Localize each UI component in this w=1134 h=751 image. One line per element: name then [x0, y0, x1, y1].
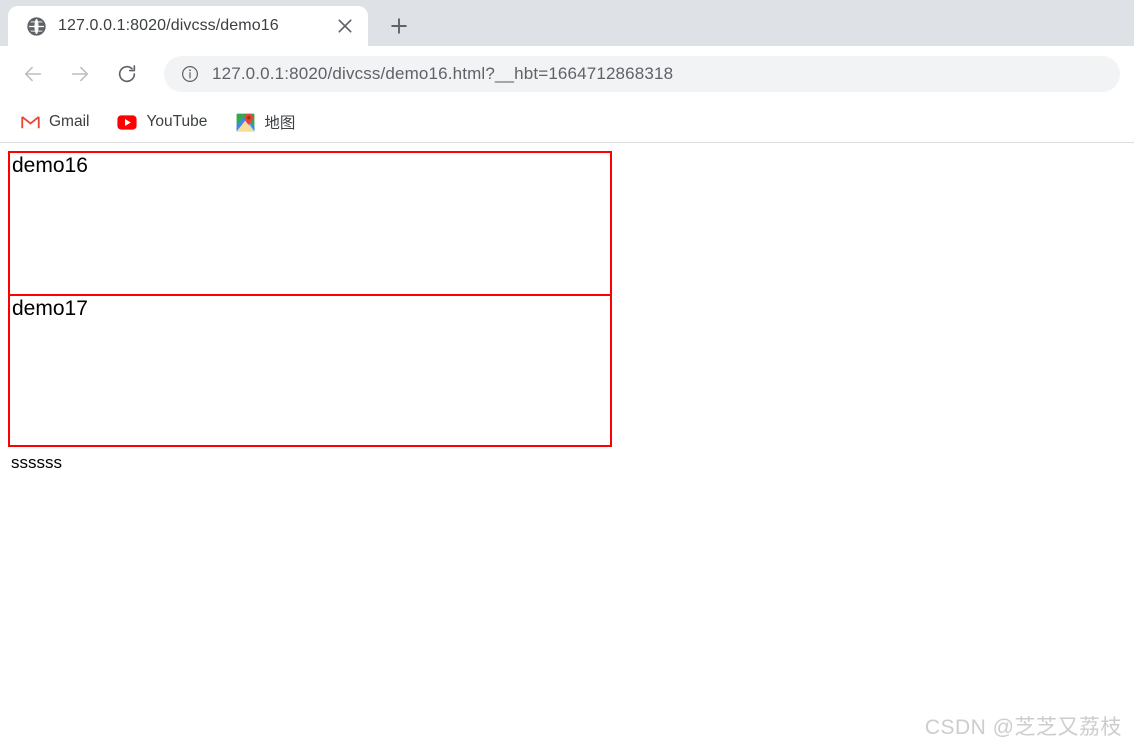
- globe-icon: [26, 16, 46, 36]
- reload-icon: [118, 65, 136, 83]
- browser-toolbar: 127.0.0.1:8020/divcss/demo16.html?__hbt=…: [0, 46, 1134, 102]
- arrow-left-icon: [24, 66, 42, 82]
- address-bar[interactable]: 127.0.0.1:8020/divcss/demo16.html?__hbt=…: [164, 56, 1120, 92]
- browser-window: 127.0.0.1:8020/divcss/demo16 127.0.0.1:8…: [0, 0, 1134, 751]
- demo-box-16-text: demo16: [12, 154, 88, 177]
- gmail-icon: [20, 112, 40, 132]
- demo-box-17-text: demo17: [12, 297, 88, 320]
- bookmark-maps[interactable]: 地图: [227, 108, 303, 136]
- google-maps-icon: [235, 112, 255, 132]
- bookmark-label: Gmail: [49, 113, 90, 130]
- tab-strip: 127.0.0.1:8020/divcss/demo16: [0, 0, 1134, 46]
- csdn-watermark: CSDN @芝芝又荔枝: [924, 716, 1122, 739]
- bookmark-label: 地图: [264, 115, 296, 132]
- forward-button[interactable]: [63, 57, 97, 91]
- demo-box-17: demo17: [8, 294, 612, 447]
- back-button[interactable]: [16, 57, 50, 91]
- plus-icon: [391, 18, 407, 34]
- bookmark-youtube[interactable]: YouTube: [109, 108, 215, 136]
- info-circle-icon[interactable]: [180, 64, 200, 84]
- browser-tab[interactable]: 127.0.0.1:8020/divcss/demo16: [8, 6, 368, 46]
- new-tab-button[interactable]: [382, 9, 416, 43]
- bookmark-gmail[interactable]: Gmail: [12, 108, 97, 136]
- reload-button[interactable]: [110, 57, 144, 91]
- bookmark-label: YouTube: [146, 113, 208, 130]
- trailing-text: ssssss: [11, 453, 62, 472]
- close-icon[interactable]: [332, 13, 358, 39]
- address-bar-url: 127.0.0.1:8020/divcss/demo16.html?__hbt=…: [212, 64, 674, 83]
- bookmarks-bar: Gmail YouTube 地图: [0, 102, 1134, 143]
- page-viewport: demo16 demo17 ssssss CSDN @芝芝又荔枝: [0, 143, 1134, 751]
- youtube-icon: [117, 112, 138, 132]
- arrow-right-icon: [71, 66, 89, 82]
- demo-box-16: demo16: [8, 151, 612, 296]
- tab-title: 127.0.0.1:8020/divcss/demo16: [58, 17, 279, 34]
- page-content: demo16 demo17 ssssss: [0, 143, 1134, 751]
